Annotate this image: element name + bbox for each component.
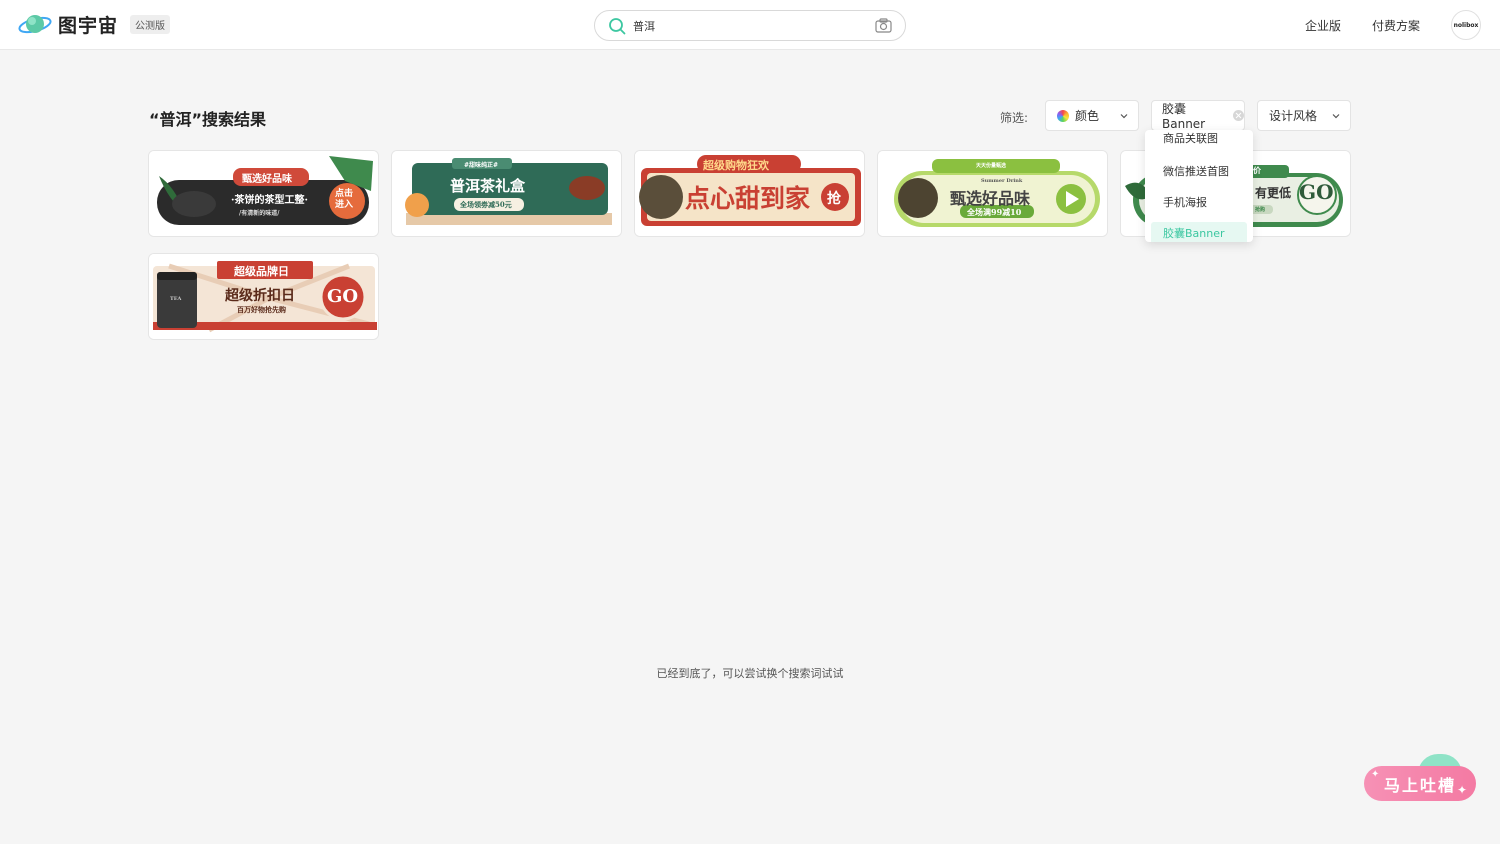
filter-color-dropdown[interactable]: 颜色 bbox=[1045, 100, 1139, 131]
banner-tag: #甜味纯正# bbox=[464, 162, 499, 169]
top-header: 图宇宙 公测版 企业版 付费方案 nolibox bbox=[0, 0, 1500, 50]
filter-type-label: 胶囊Banner bbox=[1162, 102, 1206, 131]
banner-main: 普洱茶礼盒 bbox=[450, 177, 526, 195]
result-card[interactable]: #甜味纯正# 普洱茶礼盒 全场领劵减50元 bbox=[391, 150, 622, 237]
filter-label: 筛选: bbox=[1000, 111, 1029, 125]
search-icon[interactable] bbox=[608, 17, 626, 35]
banner-tag: 价 bbox=[1253, 165, 1261, 175]
banner-tag: 超级购物狂欢 bbox=[703, 159, 769, 172]
banner-sub: 百万好物抢先购 bbox=[237, 305, 286, 314]
planet-logo-icon bbox=[18, 14, 52, 33]
dropdown-item[interactable]: 微信推送首图 bbox=[1151, 160, 1247, 184]
sparkle-icon: ✦ bbox=[1371, 769, 1380, 780]
banner-main: 甄选好品味 bbox=[950, 189, 1031, 208]
banner-tag: 甄选好品味 bbox=[242, 174, 292, 185]
banner-cta: 点击进入 bbox=[335, 189, 354, 210]
search-input[interactable] bbox=[633, 16, 863, 36]
banner-sub: 抢购 bbox=[1255, 207, 1266, 213]
nav-pricing[interactable]: 付费方案 bbox=[1372, 17, 1420, 34]
banner-main: 有更低 bbox=[1255, 186, 1292, 200]
banner-eng: Summer Drink bbox=[981, 178, 1023, 184]
result-card[interactable]: 甄选好品味 ·茶饼的茶型工整· /有清新的味道/ 点击进入 bbox=[148, 150, 379, 237]
logo[interactable]: 图宇宙 公测版 bbox=[18, 11, 171, 38]
type-dropdown-menu: 商品关联图 微信推送首图 手机海报 胶囊Banner bbox=[1145, 130, 1253, 242]
sparkle-icon: ✦ bbox=[1457, 783, 1468, 797]
dropdown-item-selected[interactable]: 胶囊Banner bbox=[1151, 222, 1247, 242]
nav-enterprise[interactable]: 企业版 bbox=[1305, 17, 1341, 34]
filter-color-label: 颜色 bbox=[1075, 109, 1100, 123]
results-title: “普洱”搜索结果 bbox=[149, 110, 267, 129]
logo-text: 图宇宙 bbox=[58, 15, 119, 37]
result-card[interactable]: 超级品牌日 超级折扣日 百万好物抢先购 GO TEA bbox=[148, 253, 379, 340]
banner-tag: 超级品牌日 bbox=[234, 265, 289, 278]
banner-cta: 抢 bbox=[827, 191, 841, 207]
chevron-down-icon bbox=[1120, 114, 1128, 119]
filter-style-label: 设计风格 bbox=[1269, 109, 1318, 123]
chevron-down-icon bbox=[1332, 114, 1340, 119]
dropdown-item[interactable]: 商品关联图 bbox=[1151, 130, 1247, 149]
banner-can-label: TEA bbox=[170, 296, 182, 302]
result-card[interactable]: 超级购物狂欢 点心甜到家 抢 bbox=[634, 150, 865, 237]
banner-main: 点心甜到家 bbox=[685, 184, 811, 213]
banner-main: 超级折扣日 bbox=[225, 288, 295, 304]
clear-icon[interactable] bbox=[1233, 110, 1244, 121]
banner-cta: GO bbox=[1299, 180, 1334, 204]
end-of-results-text: 已经到底了，可以尝试换个搜索词试试 bbox=[656, 667, 844, 680]
filter-type-dropdown[interactable]: 胶囊Banner bbox=[1151, 100, 1245, 131]
banner-tag: 天天份量甄选 bbox=[976, 163, 1007, 169]
banner-sub: /有清新的味道/ bbox=[239, 210, 280, 217]
banner-sub: 全场领劵减50元 bbox=[460, 200, 512, 209]
feedback-label: 马上吐槽 bbox=[1383, 775, 1456, 795]
avatar[interactable]: nolibox bbox=[1451, 10, 1481, 40]
banner-main: ·茶饼的茶型工整· bbox=[231, 195, 308, 206]
color-wheel-icon bbox=[1057, 109, 1069, 122]
filter-style-dropdown[interactable]: 设计风格 bbox=[1257, 100, 1351, 131]
banner-cta: GO bbox=[327, 286, 359, 307]
search-box[interactable] bbox=[594, 10, 906, 41]
banner-sub: 全场满99减10 bbox=[967, 207, 1022, 217]
beta-badge: 公测版 bbox=[130, 15, 171, 34]
camera-icon[interactable] bbox=[875, 18, 892, 33]
result-card[interactable]: 天天份量甄选 Summer Drink 甄选好品味 全场满99减10 bbox=[877, 150, 1108, 237]
dropdown-item[interactable]: 手机海报 bbox=[1151, 191, 1247, 215]
